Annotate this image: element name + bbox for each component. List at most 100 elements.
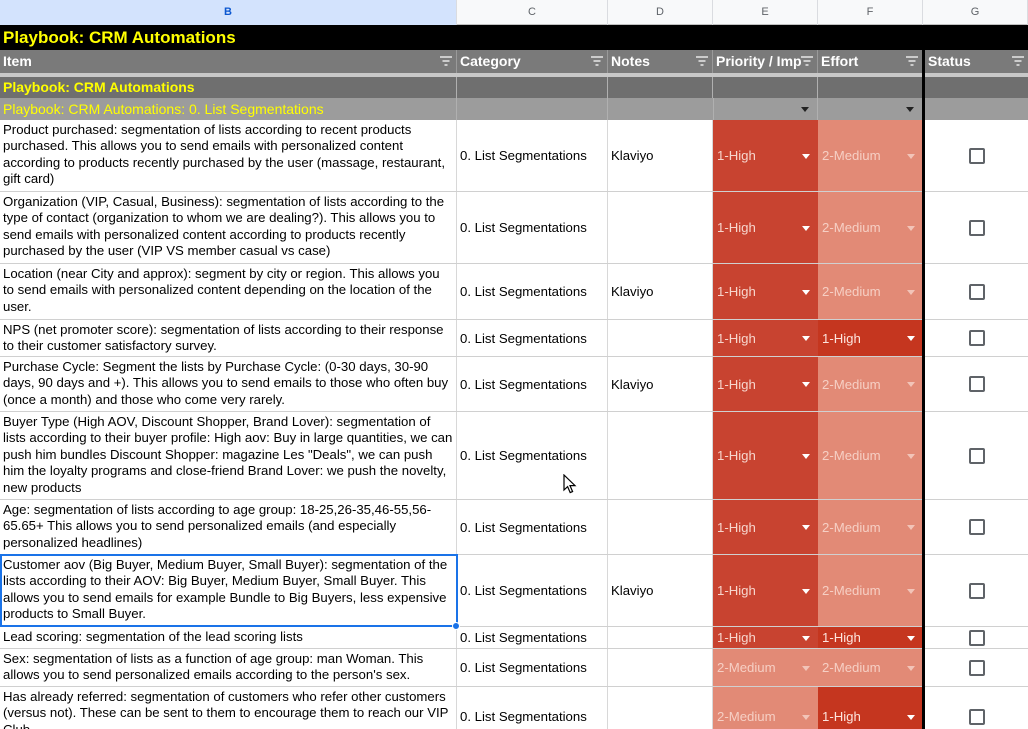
status-checkbox[interactable] [968,629,985,646]
notes-cell[interactable] [608,627,713,648]
category-cell[interactable]: 0. List Segmentations [457,649,608,686]
fill-handle[interactable] [452,622,460,630]
notes-cell[interactable]: Klaviyo [608,555,713,626]
group-priority-dropdown[interactable] [713,98,818,120]
priority-dropdown[interactable]: 1-High [713,120,818,191]
column-letter-d[interactable]: D [608,0,713,25]
category-cell[interactable]: 0. List Segmentations [457,192,608,263]
category-cell[interactable]: 0. List Segmentations [457,357,608,411]
status-checkbox[interactable] [968,519,985,535]
item-cell[interactable]: Location (near City and approx): segment… [0,264,457,319]
status-checkbox[interactable] [968,219,985,236]
effort-dropdown[interactable]: 2-Medium [818,555,923,626]
header-status[interactable]: Status [925,50,1028,73]
category-cell[interactable]: 0. List Segmentations [457,320,608,356]
status-checkbox[interactable] [968,330,985,346]
header-category[interactable]: Category [457,50,608,73]
effort-dropdown[interactable]: 1-High [818,687,923,729]
notes-cell[interactable] [608,649,713,686]
filter-icon[interactable] [440,56,452,66]
item-cell[interactable]: Sex: segmentation of lists as a function… [0,649,457,686]
priority-dropdown[interactable]: 2-Medium [713,649,818,686]
column-letter-f[interactable]: F [818,0,923,25]
item-cell[interactable]: Customer aov (Big Buyer, Medium Buyer, S… [0,555,457,626]
notes-cell[interactable] [608,320,713,356]
effort-dropdown[interactable]: 2-Medium [818,192,923,263]
header-item[interactable]: Item [0,50,457,73]
table-row[interactable]: Product purchased: segmentation of lists… [0,120,1028,192]
sheet-title[interactable]: Playbook: CRM Automations [0,25,1028,50]
filter-icon[interactable] [906,56,918,66]
notes-cell[interactable]: Klaviyo [608,120,713,191]
category-cell[interactable]: 0. List Segmentations [457,412,608,499]
status-checkbox[interactable] [968,659,985,676]
status-checkbox[interactable] [968,582,985,599]
notes-cell[interactable] [608,500,713,554]
column-letter-e[interactable]: E [713,0,818,25]
item-cell[interactable]: Product purchased: segmentation of lists… [0,120,457,191]
priority-dropdown[interactable]: 1-High [713,264,818,319]
column-letter-c[interactable]: C [457,0,608,25]
priority-dropdown[interactable]: 1-High [713,555,818,626]
item-cell[interactable]: NPS (net promoter score): segmentation o… [0,320,457,356]
table-row[interactable]: Organization (VIP, Casual, Business): se… [0,192,1028,264]
notes-cell[interactable] [608,192,713,263]
effort-dropdown[interactable]: 1-High [818,320,923,356]
group-effort-dropdown[interactable] [818,98,923,120]
category-cell[interactable]: 0. List Segmentations [457,627,608,648]
filter-icon[interactable] [591,56,603,66]
category-cell[interactable]: 0. List Segmentations [457,555,608,626]
item-cell[interactable]: Organization (VIP, Casual, Business): se… [0,192,457,263]
priority-dropdown[interactable]: 1-High [713,320,818,356]
priority-dropdown[interactable]: 1-High [713,500,818,554]
priority-dropdown[interactable]: 1-High [713,357,818,411]
priority-dropdown[interactable]: 1-High [713,192,818,263]
category-cell[interactable]: 0. List Segmentations [457,264,608,319]
priority-dropdown[interactable]: 1-High [713,412,818,499]
item-cell[interactable]: Buyer Type (High AOV, Discount Shopper, … [0,412,457,499]
notes-cell[interactable] [608,687,713,729]
table-row[interactable]: Location (near City and approx): segment… [0,264,1028,320]
table-row[interactable]: Lead scoring: segmentation of the lead s… [0,627,1028,649]
status-checkbox[interactable] [968,283,985,300]
effort-dropdown[interactable]: 1-High [818,627,923,648]
group-row-list-segmentations[interactable]: Playbook: CRM Automations: 0. List Segme… [0,98,1028,120]
table-row[interactable]: Purchase Cycle: Segment the lists by Pur… [0,357,1028,412]
notes-cell[interactable]: Klaviyo [608,357,713,411]
status-checkbox[interactable] [968,376,985,392]
header-effort[interactable]: Effort [818,50,923,73]
notes-cell[interactable]: Klaviyo [608,264,713,319]
priority-dropdown[interactable]: 1-High [713,627,818,648]
category-cell[interactable]: 0. List Segmentations [457,120,608,191]
column-letter-g[interactable]: G [923,0,1028,25]
effort-dropdown[interactable]: 2-Medium [818,412,923,499]
filter-icon[interactable] [1012,56,1024,66]
header-notes[interactable]: Notes [608,50,713,73]
priority-dropdown[interactable]: 2-Medium [713,687,818,729]
category-cell[interactable]: 0. List Segmentations [457,500,608,554]
column-letter-b[interactable]: B [0,0,457,25]
status-checkbox[interactable] [968,708,985,725]
header-priority[interactable]: Priority / Imp [713,50,818,73]
notes-cell[interactable] [608,412,713,499]
table-row[interactable]: NPS (net promoter score): segmentation o… [0,320,1028,357]
filter-icon[interactable] [801,56,813,66]
item-cell[interactable]: Purchase Cycle: Segment the lists by Pur… [0,357,457,411]
effort-dropdown[interactable]: 2-Medium [818,357,923,411]
effort-dropdown[interactable]: 2-Medium [818,649,923,686]
item-cell[interactable]: Age: segmentation of lists according to … [0,500,457,554]
table-row[interactable]: Has already referred: segmentation of cu… [0,687,1028,729]
group-row-playbook[interactable]: Playbook: CRM Automations [0,77,1028,98]
status-checkbox[interactable] [968,147,985,164]
effort-dropdown[interactable]: 2-Medium [818,120,923,191]
table-row[interactable]: Buyer Type (High AOV, Discount Shopper, … [0,412,1028,500]
effort-dropdown[interactable]: 2-Medium [818,264,923,319]
status-checkbox[interactable] [968,447,985,464]
table-row[interactable]: Sex: segmentation of lists as a function… [0,649,1028,687]
filter-icon[interactable] [696,56,708,66]
category-cell[interactable]: 0. List Segmentations [457,687,608,729]
item-cell[interactable]: Has already referred: segmentation of cu… [0,687,457,729]
table-row[interactable]: Age: segmentation of lists according to … [0,500,1028,555]
effort-dropdown[interactable]: 2-Medium [818,500,923,554]
item-cell[interactable]: Lead scoring: segmentation of the lead s… [0,627,457,648]
